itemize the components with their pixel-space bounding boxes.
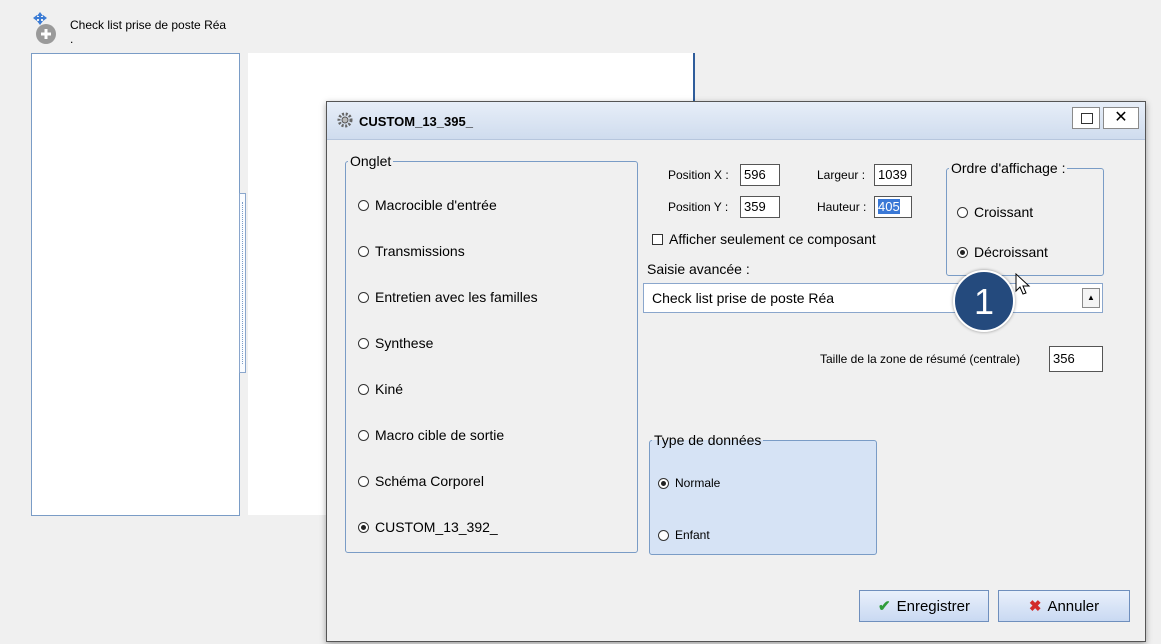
- position-y-input[interactable]: 359: [740, 196, 780, 218]
- largeur-label: Largeur :: [817, 168, 866, 182]
- onglet-option-selected[interactable]: CUSTOM_13_392_: [358, 519, 498, 535]
- taille-label: Taille de la zone de résumé (centrale): [820, 352, 1021, 366]
- onglet-option[interactable]: Transmissions: [358, 243, 465, 259]
- radio-selected-icon: [957, 246, 968, 258]
- hauteur-input[interactable]: 405: [874, 196, 912, 218]
- save-button[interactable]: ✔ Enregistrer: [859, 590, 989, 622]
- radio-icon: [358, 429, 369, 441]
- background-dot: .: [70, 32, 74, 46]
- dialog-title: CUSTOM_13_395_: [359, 114, 473, 129]
- ordre-group: Ordre d'affichage : Croissant Décroissan…: [946, 160, 1104, 276]
- ordre-decroissant-option[interactable]: Décroissant: [957, 244, 1048, 260]
- onglet-option[interactable]: Synthese: [358, 335, 433, 351]
- radio-icon: [358, 245, 369, 257]
- cross-icon: ✖: [1028, 598, 1042, 615]
- onglet-option[interactable]: Entretien avec les familles: [358, 289, 538, 305]
- settings-gear-icon: [337, 112, 353, 128]
- onglet-option-label: Macro cible de sortie: [375, 427, 505, 443]
- hauteur-value: 405: [878, 199, 900, 214]
- maximize-button[interactable]: [1072, 107, 1100, 129]
- mouse-cursor-icon: [1015, 272, 1033, 297]
- ordre-legend: Ordre d'affichage :: [951, 160, 1066, 176]
- position-y-label: Position Y :: [668, 200, 729, 214]
- ordre-croissant-option[interactable]: Croissant: [957, 204, 1033, 220]
- onglet-option-label: Entretien avec les familles: [375, 289, 538, 305]
- saisie-select[interactable]: Check list prise de poste Réa ▲: [643, 283, 1103, 313]
- radio-selected-icon: [658, 477, 669, 489]
- taille-input[interactable]: 356: [1049, 346, 1103, 372]
- onglet-option-label: Transmissions: [375, 243, 465, 259]
- type-donnees-group: Type de données Normale Enfant: [649, 432, 877, 555]
- divider-line: [693, 53, 695, 103]
- onglet-option-label: Macrocible d'entrée: [375, 197, 497, 213]
- type-normale-option[interactable]: Normale: [658, 476, 720, 490]
- onglet-option[interactable]: Macro cible de sortie: [358, 427, 504, 443]
- step-number-badge: 1: [953, 270, 1015, 332]
- left-panel: [31, 53, 240, 516]
- close-icon: ✕: [1114, 109, 1128, 126]
- radio-icon: [358, 199, 369, 211]
- afficher-checkbox-row[interactable]: Afficher seulement ce composant: [652, 231, 876, 247]
- onglet-option-label: Schéma Corporel: [375, 473, 484, 489]
- radio-icon: [358, 475, 369, 487]
- onglet-option-label: CUSTOM_13_392_: [375, 519, 498, 535]
- onglet-option-label: Kiné: [375, 381, 404, 397]
- background-title: Check list prise de poste Réa: [70, 18, 227, 32]
- save-button-label: Enregistrer: [896, 597, 970, 615]
- add-component-icon[interactable]: [30, 10, 68, 46]
- type-normale-label: Normale: [675, 476, 721, 490]
- properties-dialog: CUSTOM_13_395_ ✕ Onglet Macrocible d'ent…: [326, 101, 1146, 642]
- checkmark-icon: ✔: [878, 598, 891, 615]
- cancel-button-label: Annuler: [1047, 597, 1100, 615]
- onglet-legend: Onglet: [350, 153, 392, 169]
- radio-selected-icon: [358, 521, 369, 533]
- position-x-input[interactable]: 596: [740, 164, 780, 186]
- onglet-option[interactable]: Kiné: [358, 381, 403, 397]
- saisie-select-value: Check list prise de poste Réa: [652, 290, 835, 306]
- type-enfant-label: Enfant: [675, 528, 710, 542]
- checkbox-icon: [652, 233, 663, 245]
- radio-icon: [358, 383, 369, 395]
- saisie-label: Saisie avancée :: [647, 261, 750, 277]
- radio-icon: [358, 291, 369, 303]
- cancel-button[interactable]: ✖ Annuler: [998, 590, 1130, 622]
- radio-icon: [658, 529, 669, 541]
- onglet-option[interactable]: Macrocible d'entrée: [358, 197, 497, 213]
- hauteur-label: Hauteur :: [817, 200, 867, 214]
- ordre-decroissant-label: Décroissant: [974, 244, 1048, 260]
- ordre-croissant-label: Croissant: [974, 204, 1034, 220]
- radio-icon: [358, 337, 369, 349]
- afficher-label: Afficher seulement ce composant: [669, 231, 876, 247]
- panel-splitter[interactable]: [239, 193, 246, 373]
- position-x-label: Position X :: [668, 168, 729, 182]
- dropdown-arrow-icon[interactable]: ▲: [1082, 288, 1100, 308]
- radio-icon: [957, 206, 968, 218]
- onglet-option-label: Synthese: [375, 335, 434, 351]
- type-enfant-option[interactable]: Enfant: [658, 528, 710, 542]
- close-button[interactable]: ✕: [1103, 107, 1139, 129]
- largeur-input[interactable]: 1039: [874, 164, 912, 186]
- onglet-option[interactable]: Schéma Corporel: [358, 473, 484, 489]
- type-legend: Type de données: [654, 432, 762, 448]
- onglet-group: Onglet Macrocible d'entrée Transmissions…: [345, 153, 638, 553]
- dialog-titlebar[interactable]: CUSTOM_13_395_ ✕: [327, 102, 1145, 140]
